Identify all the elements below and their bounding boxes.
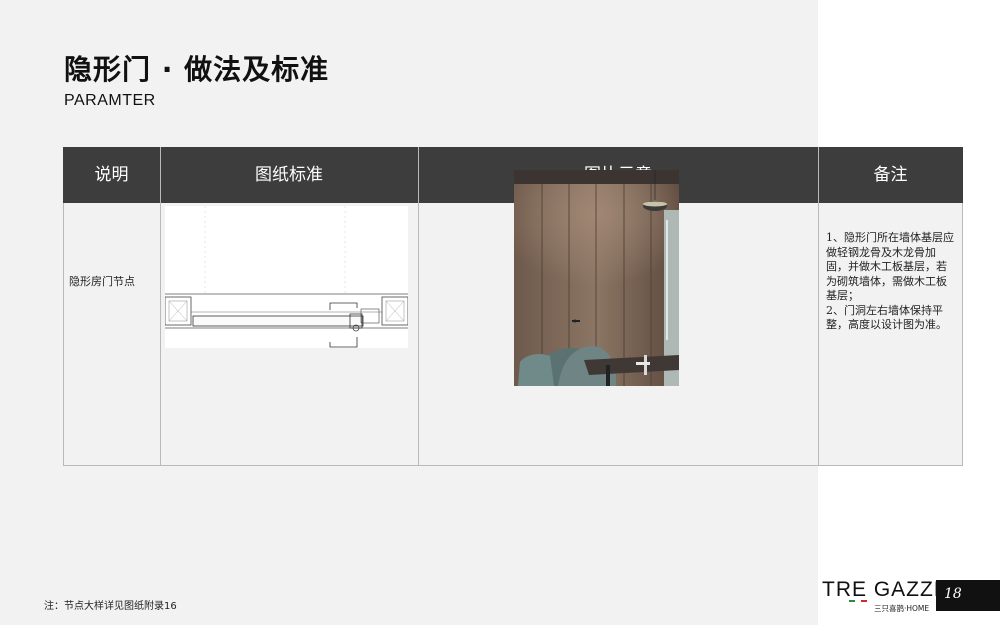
brand-subtitle: 三只喜鹊·HOME <box>874 604 930 613</box>
page-number-badge: 18 <box>936 580 1000 611</box>
column-header-description: 说明 <box>94 165 129 185</box>
remarks-text: 1、隐形门所在墙体基层应做轻钢龙骨及木龙骨加固，并做木工板基层，若为砌筑墙体，需… <box>826 231 954 331</box>
column-divider <box>818 147 819 466</box>
door-node-drawing <box>165 206 408 348</box>
flag-stripe <box>849 600 867 602</box>
brand-name: TRE GAZZE <box>822 578 949 601</box>
column-header-drawing: 图纸标准 <box>255 165 323 185</box>
row-label: 隐形房门节点 <box>69 275 135 288</box>
column-divider <box>160 147 161 466</box>
page-title: 隐形门 · 做法及标准 <box>64 53 330 86</box>
column-divider <box>418 147 419 466</box>
page-number: 18 <box>944 586 962 602</box>
table-header: 说明 图纸标准 图片示意 备注 <box>63 147 963 203</box>
brand-logo: TRE GAZZE 三只喜鹊·HOME <box>822 578 948 618</box>
footer-note: 注：节点大样详见图纸附录16 <box>44 601 177 612</box>
page-subtitle: PARAMTER <box>64 92 156 109</box>
spec-table: 说明 图纸标准 图片示意 备注 隐形房门节点 <box>63 147 963 466</box>
column-header-remarks: 备注 <box>873 165 908 185</box>
door-photo <box>514 170 679 386</box>
